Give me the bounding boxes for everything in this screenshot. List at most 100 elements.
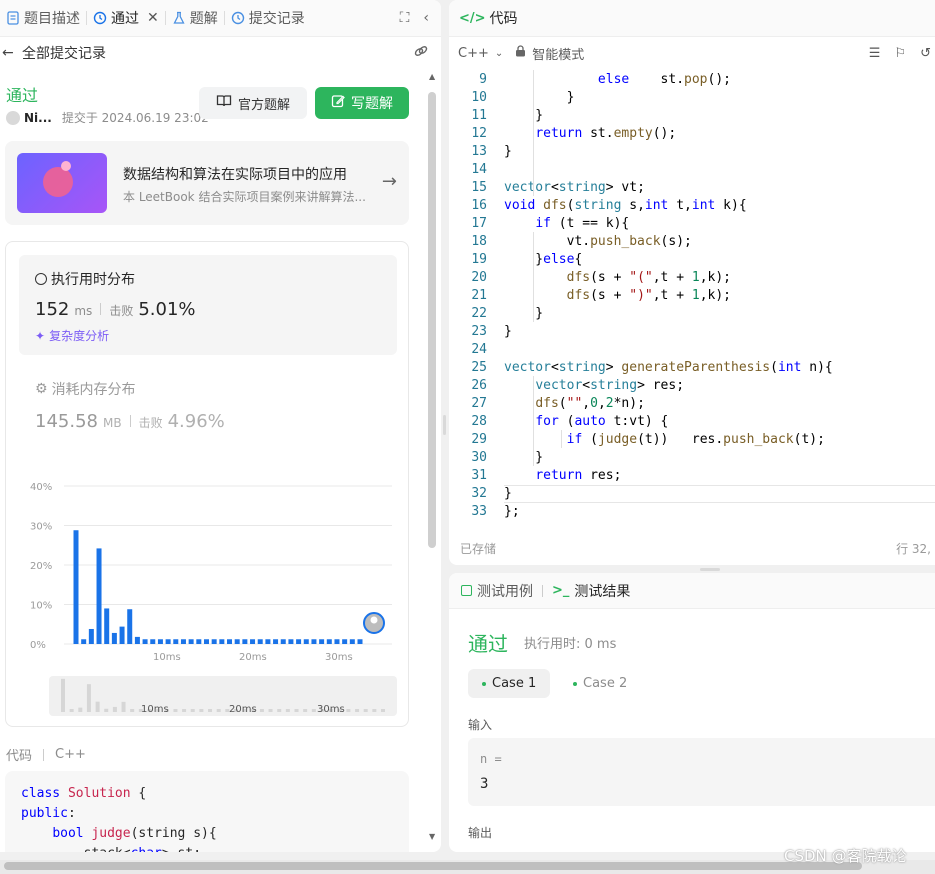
chart-bar[interactable] [319,639,325,644]
code-line[interactable]: 25 vector<string> generateParenthesis(int… [449,359,935,377]
chart-bar[interactable] [119,626,125,644]
write-solution-button[interactable]: 写题解 [315,87,409,119]
chart-bar[interactable] [349,639,355,644]
chart-bar[interactable] [250,639,256,644]
chart-bar[interactable] [111,632,117,644]
complexity-analysis-link[interactable]: ✦ 复杂度分析 [35,327,109,344]
collapse-left-icon[interactable]: ‹ [423,10,429,26]
back-arrow-icon[interactable]: ← [2,45,16,61]
link-icon[interactable] [413,43,429,63]
chart-bar[interactable] [196,639,202,644]
tab-test-result[interactable]: >_ 测试结果 [552,581,630,601]
code-line[interactable]: 9 else st.pop(); [449,71,935,89]
code-line[interactable]: 19 }else{ [449,251,935,269]
chart-range-minimap[interactable]: 10ms 20ms 30ms [49,676,397,716]
chart-bar[interactable] [211,639,217,644]
chart-bar[interactable] [134,636,140,644]
code-line[interactable]: 20 dfs(s + "(",t + 1,k); [449,269,935,287]
chart-bar[interactable] [88,628,94,644]
chart-bar[interactable] [157,639,163,644]
chart-bar[interactable] [127,609,133,644]
code-line[interactable]: 29 if (judge(t)) res.push_back(t); [449,431,935,449]
chart-bar[interactable] [265,639,271,644]
code-line[interactable]: 18 vt.push_back(s); [449,233,935,251]
chart-bar[interactable] [280,639,286,644]
code-line[interactable]: 10 } [449,89,935,107]
code-line[interactable]: 16 void dfs(string s,int t,int k){ [449,197,935,215]
close-tab-icon[interactable]: ✕ [147,10,159,26]
official-solution-button[interactable]: 官方题解 [199,87,307,119]
chart-bar[interactable] [96,548,102,644]
chart-bar[interactable] [303,639,309,644]
chart-bar[interactable] [288,639,294,644]
smart-mode-label[interactable]: 智能模式 [532,44,584,63]
code-line[interactable]: 23} [449,323,935,341]
chart-bar[interactable] [203,639,209,644]
chart-bar[interactable] [104,608,110,644]
code-line[interactable]: 26 vector<string> res; [449,377,935,395]
case-1-tab[interactable]: Case 1 [468,669,551,698]
chart-bar[interactable] [73,530,79,644]
code-line[interactable]: 15 vector<string> vt; [449,179,935,197]
chart-bar[interactable] [234,639,240,644]
chart-bar[interactable] [180,639,186,644]
code-line[interactable]: 11 } [449,107,935,125]
scroll-down-icon[interactable]: ▼ [429,832,435,841]
horizontal-scrollbar[interactable] [4,862,862,870]
chart-bar[interactable] [173,639,179,644]
tab-testcases[interactable]: 测试用例 [461,581,533,601]
bookmark-icon[interactable]: ⚐ [894,46,906,61]
chart-bar[interactable] [227,639,233,644]
code-line[interactable]: 17 if (t == k){ [449,215,935,233]
back-label[interactable]: 全部提交记录 [22,43,106,63]
code-line[interactable]: 24 [449,341,935,359]
chart-bar[interactable] [257,639,263,644]
chart-bar[interactable] [142,639,148,644]
code-line[interactable]: 28 for (auto t:vt) { [449,413,935,431]
tab-accepted[interactable]: 通过 ✕ [87,0,165,37]
left-scrollbar[interactable] [428,92,436,548]
chart-bar[interactable] [357,639,363,644]
chart-bar[interactable] [296,639,302,644]
chart-bar[interactable] [165,639,171,644]
chart-bar[interactable] [81,639,87,644]
leetbook-card[interactable]: 数据结构和算法在实际项目中的应用 本 LeetBook 结合实际项目案例来讲解算… [5,141,409,225]
code-line[interactable]: 30 } [449,449,935,467]
chart-bar[interactable] [188,639,194,644]
code-line[interactable]: 21 dfs(s + ")",t + 1,k); [449,287,935,305]
chart-bar[interactable] [311,639,317,644]
chart-bar[interactable] [273,639,279,644]
language-select[interactable]: C++ [458,46,489,61]
code-line[interactable]: 22 } [449,305,935,323]
chevron-down-icon[interactable]: ⌄ [495,48,503,59]
runtime-card[interactable]: 执行用时分布 152 ms 击败 5.01% ✦ 复杂度分析 [19,255,397,355]
tab-description[interactable]: 题目描述 [0,0,86,37]
code-line[interactable]: 13} [449,143,935,161]
format-icon[interactable]: ☰ [869,46,881,61]
reset-icon[interactable]: ↺ [920,46,931,61]
user-name[interactable]: Ni... [24,111,52,125]
memory-card[interactable]: ⚙ 消耗内存分布 145.58 MB 击败 4.96% [35,379,225,432]
chart-bar[interactable] [219,639,225,644]
code-line[interactable]: 31 return res; [449,467,935,485]
avatar[interactable] [6,110,20,125]
runtime-distribution-chart[interactable]: 40% 30% 20% 10% 0% 10ms 20ms 30ms [16,474,396,664]
chart-bar[interactable] [326,639,332,644]
chart-bar[interactable] [334,639,340,644]
chart-bar[interactable] [242,639,248,644]
split-resize-handle[interactable] [700,568,720,571]
scroll-up-icon[interactable]: ▲ [429,72,435,81]
code-editor[interactable]: 9 else st.pop(); 10 } 11 } 12 return st.emp… [449,70,935,526]
case-2-tab[interactable]: Case 2 [559,669,641,698]
code-line[interactable]: 27 dfs("",0,2*n); [449,395,935,413]
code-line[interactable]: 12 return st.empty(); [449,125,935,143]
code-tab-title[interactable]: 代码 [490,8,518,28]
tab-solutions[interactable]: 题解 [166,0,224,37]
chart-bar[interactable] [150,639,156,644]
back-row[interactable]: ← 全部提交记录 [0,39,441,67]
maximize-icon[interactable]: ⛶ [400,10,410,26]
panel-resize-handle[interactable] [443,415,446,435]
arrow-right-icon[interactable]: → [382,171,397,192]
code-line[interactable]: 14 [449,161,935,179]
chart-bar[interactable] [342,639,348,644]
